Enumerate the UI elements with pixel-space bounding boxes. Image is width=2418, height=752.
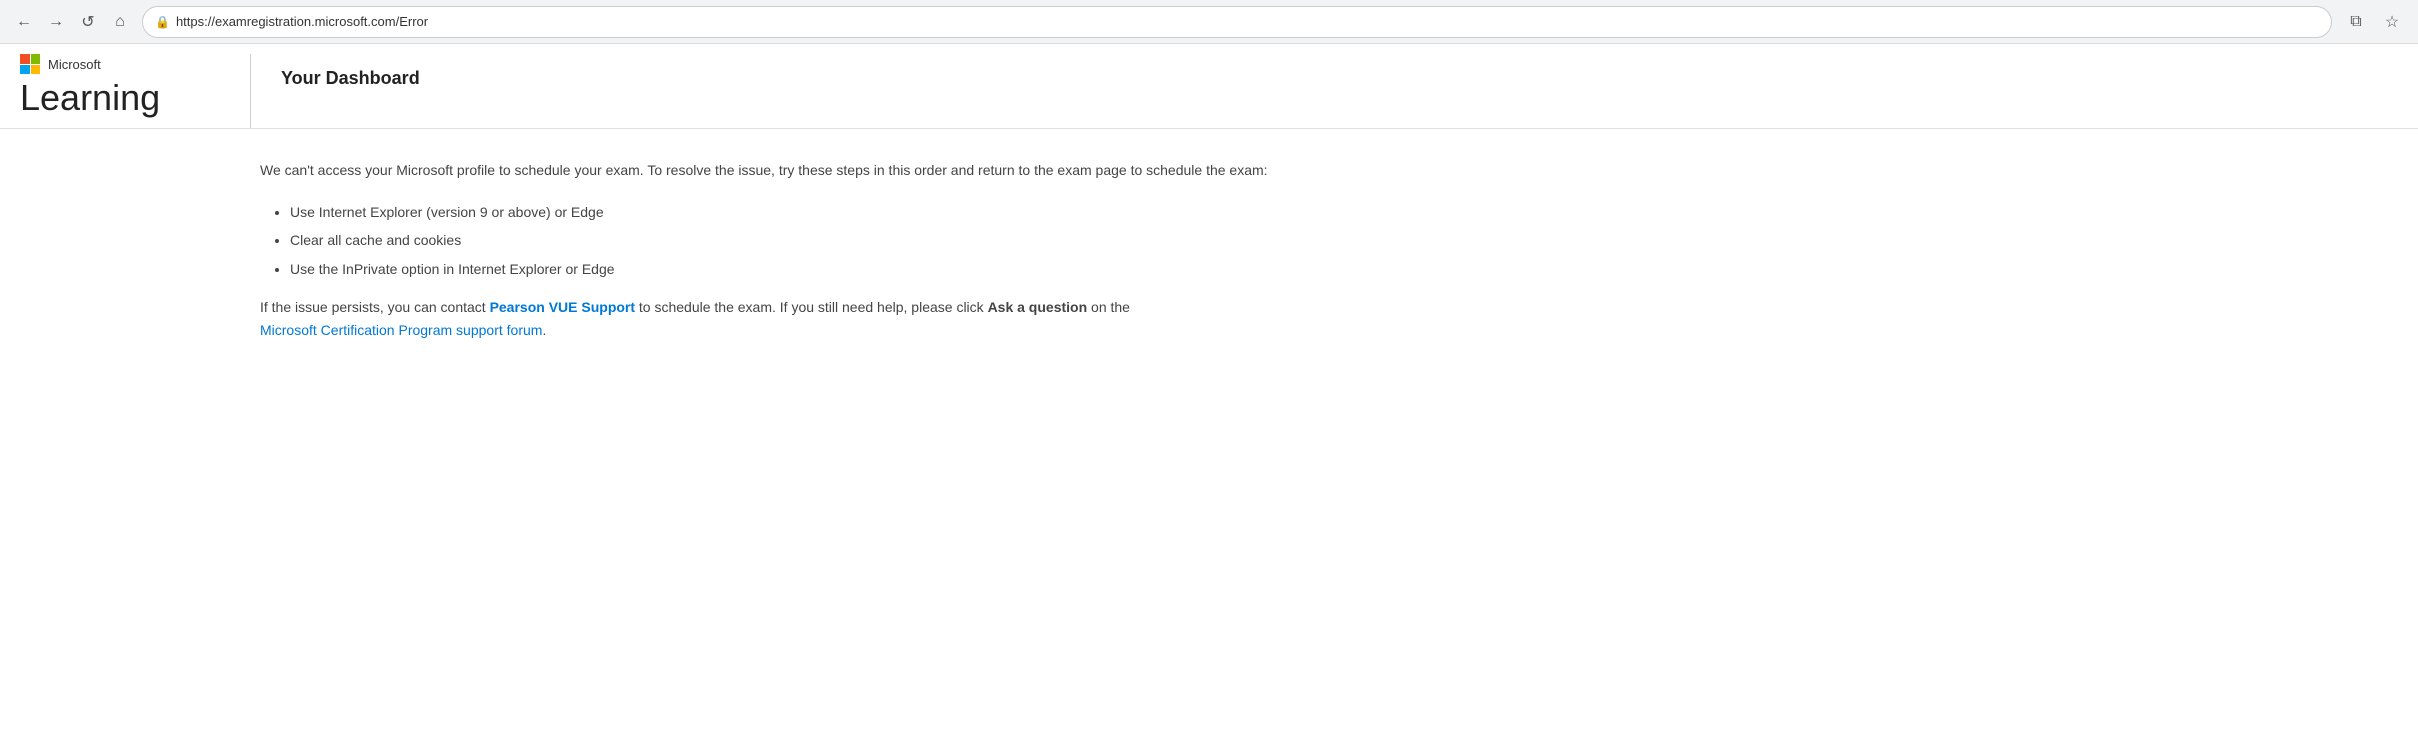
error-intro: We can't access your Microsoft profile t… (260, 159, 1380, 181)
microsoft-logo-grid (20, 54, 40, 74)
dashboard-title-area: Your Dashboard (281, 54, 420, 99)
forum-link[interactable]: Microsoft Certification Program support … (260, 322, 542, 338)
ask-question-link-text: Ask a question (988, 299, 1088, 315)
forward-button[interactable]: → (44, 10, 68, 34)
dashboard-title: Your Dashboard (281, 68, 420, 89)
ms-logo-red (20, 54, 30, 64)
refresh-button[interactable]: ↺ (76, 10, 100, 34)
site-title: Learning (20, 78, 160, 118)
contact-prefix: If the issue persists, you can contact (260, 299, 490, 315)
microsoft-text: Microsoft (48, 57, 101, 72)
ms-logo-blue (20, 65, 30, 75)
favorites-button[interactable]: ☆ (2378, 8, 2406, 36)
contact-middle: to schedule the exam. If you still need … (635, 299, 988, 315)
contact-suffix: on the (1087, 299, 1130, 315)
split-screen-button[interactable]: ⧉ (2342, 8, 2370, 36)
ms-logo-yellow (31, 65, 41, 75)
pearson-vue-support-link[interactable]: Pearson VUE Support (490, 299, 635, 315)
browser-chrome: ← → ↺ ⌂ 🔒 https://examregistration.micro… (0, 0, 2418, 44)
ms-logo-green (31, 54, 41, 64)
back-button[interactable]: ← (12, 10, 36, 34)
list-item: Use the InPrivate option in Internet Exp… (290, 258, 1380, 280)
site-brand: Microsoft Learning (20, 54, 220, 128)
main-content: We can't access your Microsoft profile t… (0, 129, 1400, 371)
header-divider (250, 54, 251, 128)
contact-paragraph: If the issue persists, you can contact P… (260, 296, 1380, 341)
contact-end: . (542, 322, 546, 338)
list-item: Use Internet Explorer (version 9 or abov… (290, 201, 1380, 223)
microsoft-logo: Microsoft (20, 54, 101, 74)
nav-buttons: ← → ↺ ⌂ (12, 10, 132, 34)
address-bar[interactable]: 🔒 https://examregistration.microsoft.com… (142, 6, 2332, 38)
site-header: Microsoft Learning Your Dashboard (0, 44, 2418, 129)
lock-icon: 🔒 (155, 15, 170, 29)
list-item: Clear all cache and cookies (290, 229, 1380, 251)
home-button[interactable]: ⌂ (108, 10, 132, 34)
error-steps-list: Use Internet Explorer (version 9 or abov… (290, 201, 1380, 280)
browser-actions: ⧉ ☆ (2342, 8, 2406, 36)
url-text: https://examregistration.microsoft.com/E… (176, 14, 2319, 29)
